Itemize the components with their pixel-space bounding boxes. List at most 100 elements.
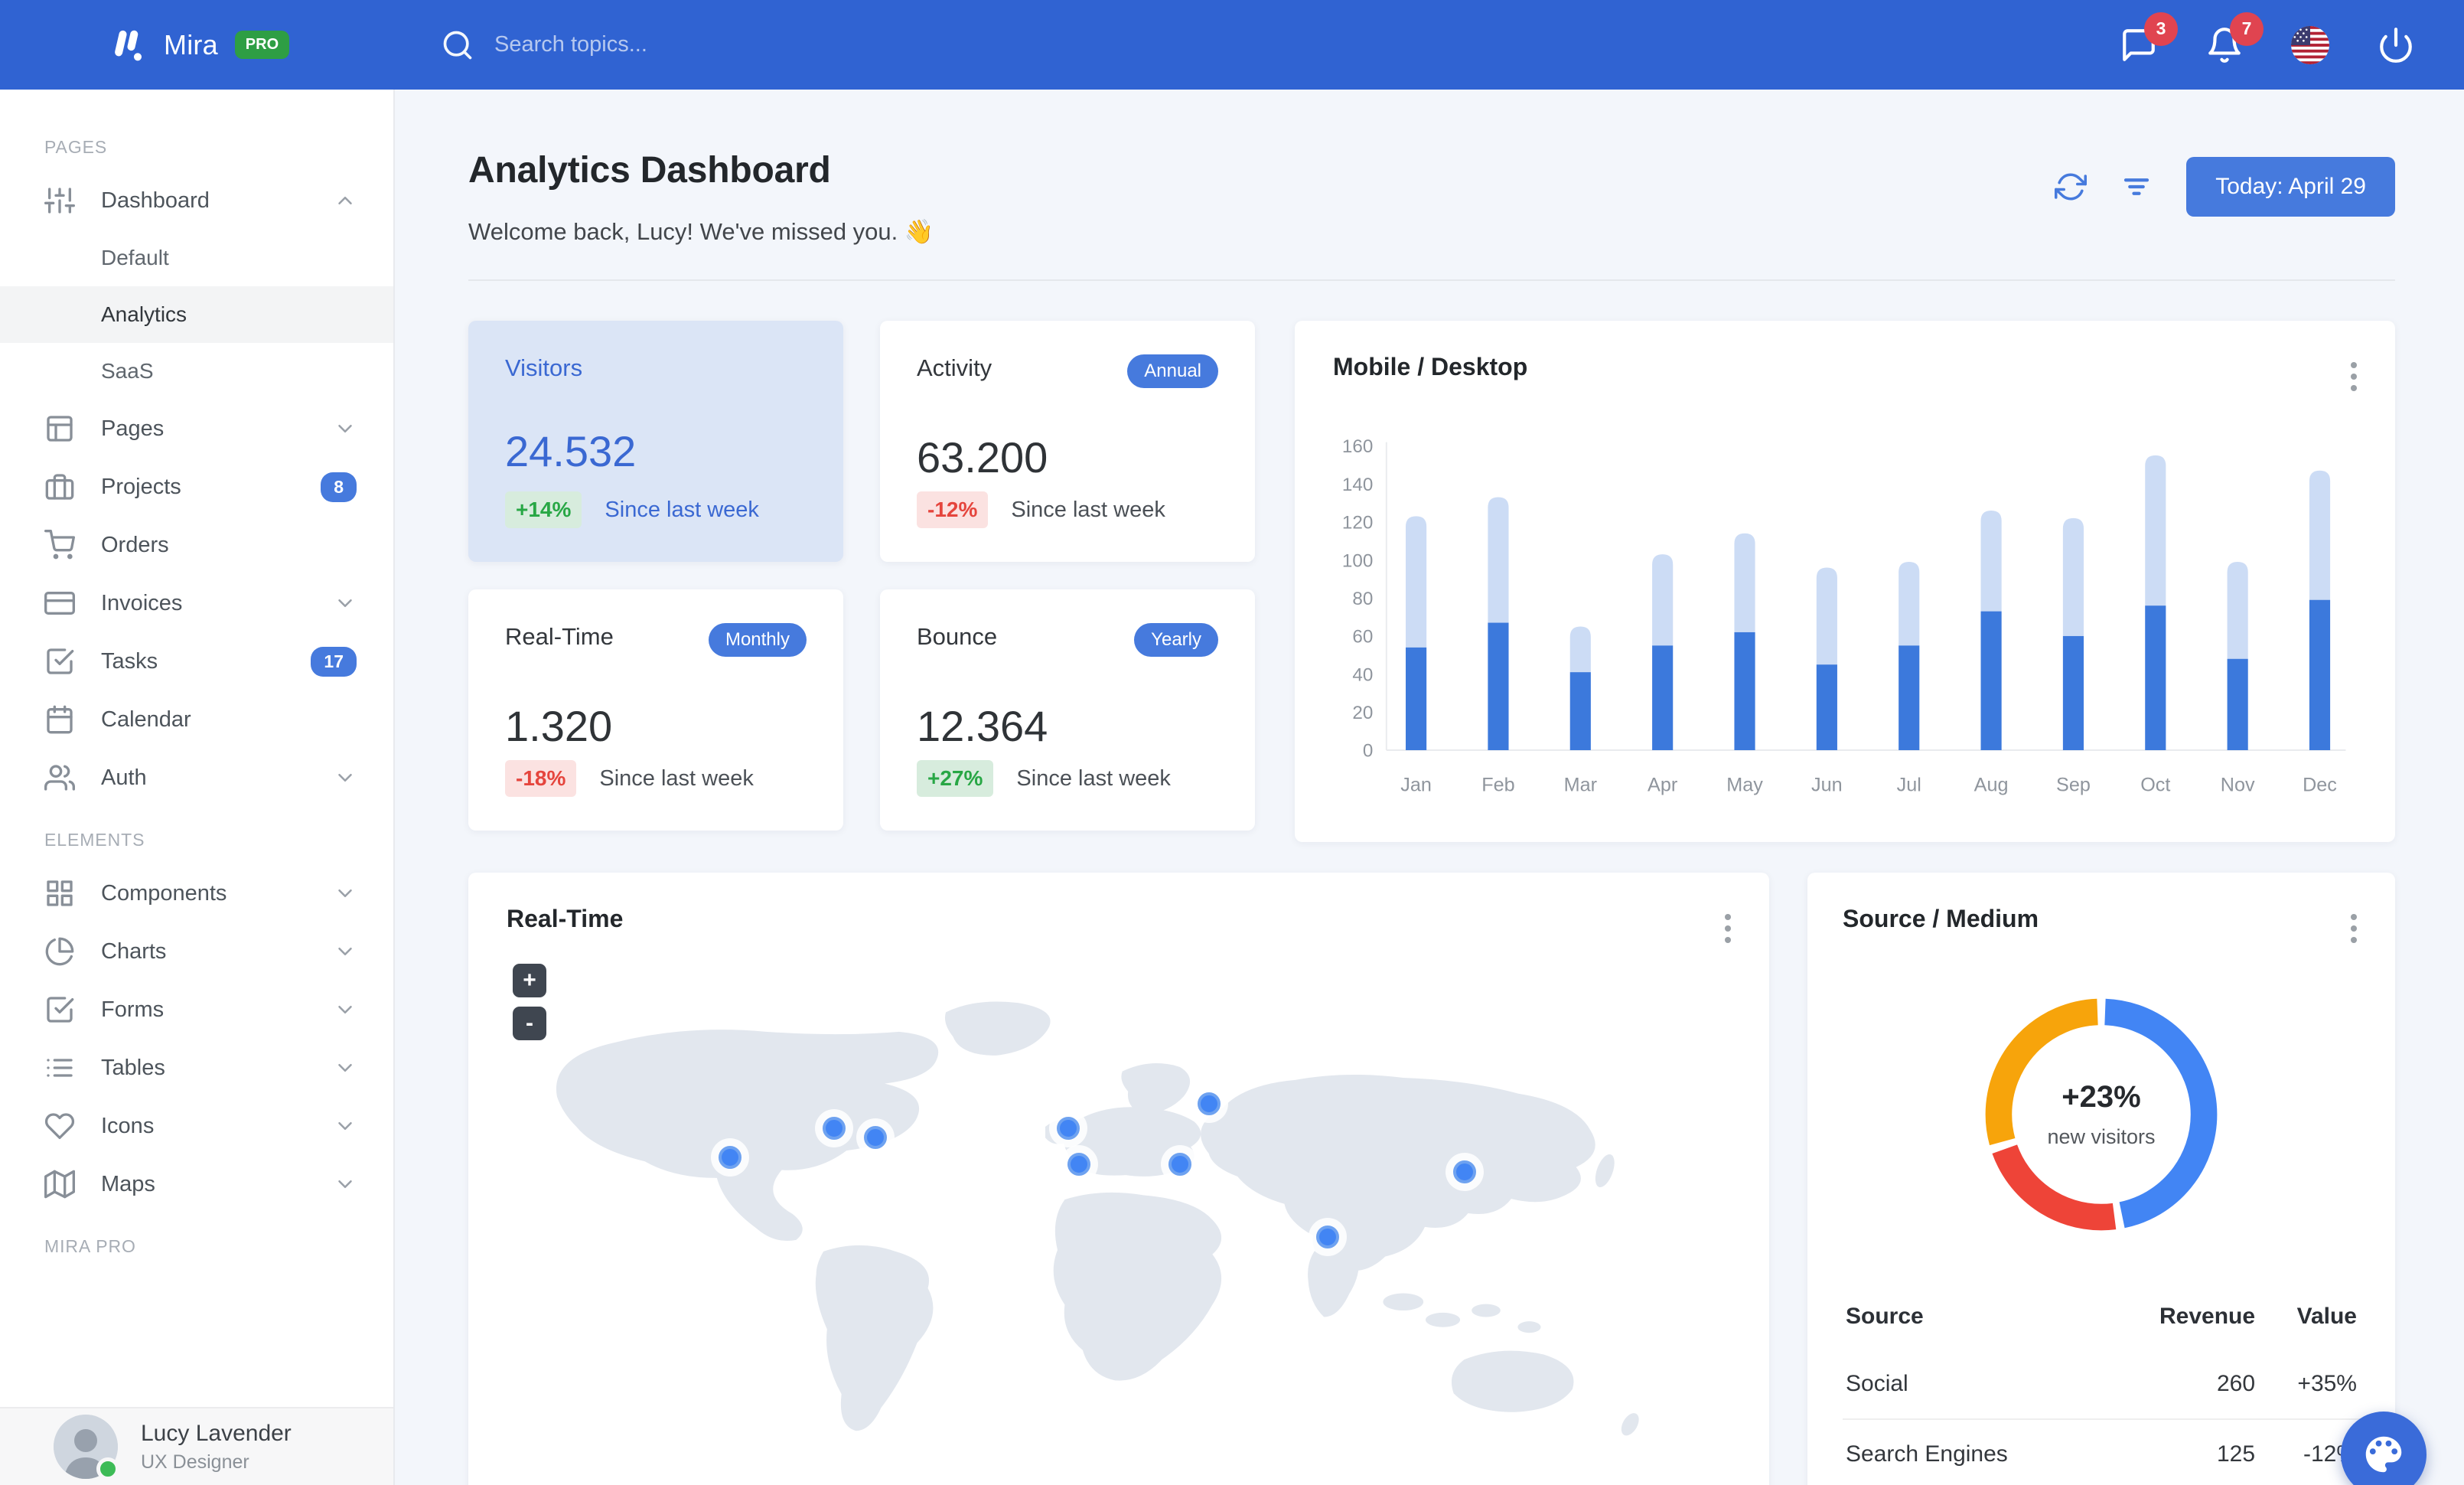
source-table-header: Value [2296, 1303, 2357, 1329]
new-visitors-percent: +23% [2061, 1079, 2141, 1114]
header-actions: Today: April 29 [2055, 157, 2395, 217]
sidebar-subitem-label: Default [101, 246, 169, 269]
sidebar-item-tables[interactable]: Tables [0, 1039, 393, 1097]
sidebar-subitem-analytics[interactable]: Analytics [0, 286, 393, 343]
donut-chart: +23% new visitors [1969, 982, 2234, 1247]
new-visitors-label: new visitors [2047, 1124, 2156, 1148]
map-marker-madrid[interactable] [1067, 1153, 1091, 1177]
sidebar-item-calendar[interactable]: Calendar [0, 690, 393, 749]
mobile-desktop-chart-card: Mobile / Desktop 0 20 40 60 80 100 120 140 160 Ja… [1295, 321, 2395, 842]
sidebar-subitem-label: Analytics [101, 302, 187, 326]
sidebar-item-maps[interactable]: Maps [0, 1155, 393, 1213]
sidebar-item-forms[interactable]: Forms [0, 981, 393, 1039]
refresh-icon[interactable] [2055, 171, 2088, 203]
date-range-button[interactable]: Today: April 29 [2186, 157, 2395, 217]
sidebar-item-label: Pages [101, 416, 165, 441]
sidebar-item-auth[interactable]: Auth [0, 749, 393, 807]
svg-text:May: May [1726, 774, 1763, 795]
sidebar-item-projects[interactable]: Projects 8 [0, 458, 393, 516]
sidebar-item-orders[interactable]: Orders [0, 516, 393, 574]
pie-chart-icon [45, 937, 74, 966]
map-marker-beijing[interactable] [1452, 1160, 1476, 1183]
stat-card-activity: Activity Annual 63.200 -12% Since last w… [880, 321, 1255, 562]
top-navbar: Mira PRO 3 7 [0, 0, 2464, 90]
sidebar-subitem-default[interactable]: Default [0, 230, 393, 286]
sidebar-item-components[interactable]: Components [0, 864, 393, 922]
stat-value: 63.200 [917, 433, 1048, 481]
sidebar-section-label: PAGES [44, 137, 108, 157]
svg-text:60: 60 [1352, 627, 1373, 648]
map-marker-delhi[interactable] [1315, 1225, 1339, 1248]
svg-text:120: 120 [1342, 513, 1373, 534]
stat-card-real-time: Real-Time Monthly 1.320 -18% Since last … [468, 589, 843, 831]
sidebar-item-label: Calendar [101, 707, 191, 732]
stats-grid: Visitors 24.532 +14% Since last week Act… [468, 321, 1255, 842]
chevron-up-icon [338, 197, 352, 204]
sliders-icon [44, 188, 75, 214]
messages-button[interactable]: 3 [2120, 11, 2178, 64]
svg-text:Apr: Apr [1648, 774, 1677, 795]
sidebar-item-pages[interactable]: Pages [0, 400, 393, 458]
map-zoom-controls: + - [513, 963, 546, 1040]
stat-title: Visitors [505, 354, 583, 381]
source-table-row[interactable]: Search Engines 125 -12% [1843, 1418, 2360, 1485]
stat-value: 1.320 [505, 702, 613, 750]
sidebar-item-label: Charts [101, 938, 167, 964]
stat-card-visitors: Visitors 24.532 +14% Since last week [468, 321, 843, 562]
sidebar-item-label: Maps [101, 1171, 155, 1196]
sidebar-item-tasks[interactable]: Tasks 17 [0, 632, 393, 690]
chevron-down-icon [338, 1122, 352, 1130]
stat-note: Since last week [1011, 497, 1165, 522]
sidebar-item-dashboard[interactable]: Dashboard [0, 171, 393, 230]
sidebar-subitem-saas[interactable]: SaaS [0, 343, 393, 400]
brand-pro-badge: PRO [234, 31, 290, 59]
map-marker-moscow[interactable] [1197, 1092, 1221, 1115]
stat-period-badge: Yearly [1134, 623, 1218, 657]
source-table-row[interactable]: Social 260 +35% [1843, 1350, 2360, 1419]
map-marker-istanbul[interactable] [1168, 1153, 1191, 1177]
map-zoom-in-button[interactable]: + [513, 963, 546, 997]
sidebar-item-charts[interactable]: Charts [0, 922, 393, 981]
sidebar-item-label: Auth [101, 765, 147, 790]
map-marker-london[interactable] [1057, 1117, 1080, 1141]
revenue-cell: 260 [2216, 1370, 2256, 1396]
svg-text:Jul: Jul [1897, 774, 1921, 795]
language-selector[interactable] [2291, 25, 2329, 64]
logout-button[interactable] [2377, 26, 2415, 64]
avatar [54, 1415, 119, 1480]
sidebar-user-footer[interactable]: Lucy Lavender UX Designer [0, 1407, 393, 1485]
sidebar-item-label: Projects [101, 474, 181, 499]
map-menu-button[interactable] [1720, 909, 1736, 948]
world-map: + - [507, 956, 1731, 1461]
brand[interactable]: Mira PRO [0, 25, 395, 65]
source-menu-button[interactable] [2346, 909, 2361, 948]
notifications-button[interactable]: 7 [2205, 11, 2264, 64]
page-title: Analytics Dashboard [468, 150, 831, 191]
sidebar-item-icons[interactable]: Icons [0, 1097, 393, 1155]
map-marker-new-york[interactable] [863, 1125, 887, 1149]
sidebar-item-invoices[interactable]: Invoices [0, 574, 393, 632]
source-cell: Social [1846, 1370, 1908, 1396]
search-input[interactable] [494, 32, 877, 57]
svg-text:140: 140 [1342, 475, 1373, 495]
svg-text:Nov: Nov [2221, 774, 2255, 795]
stat-value: 24.532 [505, 427, 637, 475]
stat-delta-badge: -12% [917, 491, 989, 528]
svg-text:Feb: Feb [1481, 774, 1514, 795]
stat-delta-badge: +14% [505, 491, 582, 528]
chevron-down-icon [338, 1180, 352, 1188]
svg-text:Dec: Dec [2303, 774, 2337, 795]
stat-delta-badge: +27% [917, 760, 994, 797]
map-zoom-out-button[interactable]: - [513, 1006, 546, 1040]
sidebar-item-label: Components [101, 880, 227, 906]
map-marker-los-angeles[interactable] [718, 1146, 741, 1170]
map-marker-chicago[interactable] [823, 1117, 846, 1141]
filter-icon[interactable] [2120, 171, 2153, 203]
source-table-header: Revenue [2159, 1303, 2256, 1329]
sidebar-section-label: ELEMENTS [44, 830, 145, 850]
power-icon [2380, 27, 2412, 63]
sidebar-item-label: Invoices [101, 590, 183, 615]
chart-menu-button[interactable] [2346, 357, 2361, 396]
source-cell: Search Engines [1843, 1418, 2102, 1485]
stat-value: 12.364 [917, 702, 1048, 750]
